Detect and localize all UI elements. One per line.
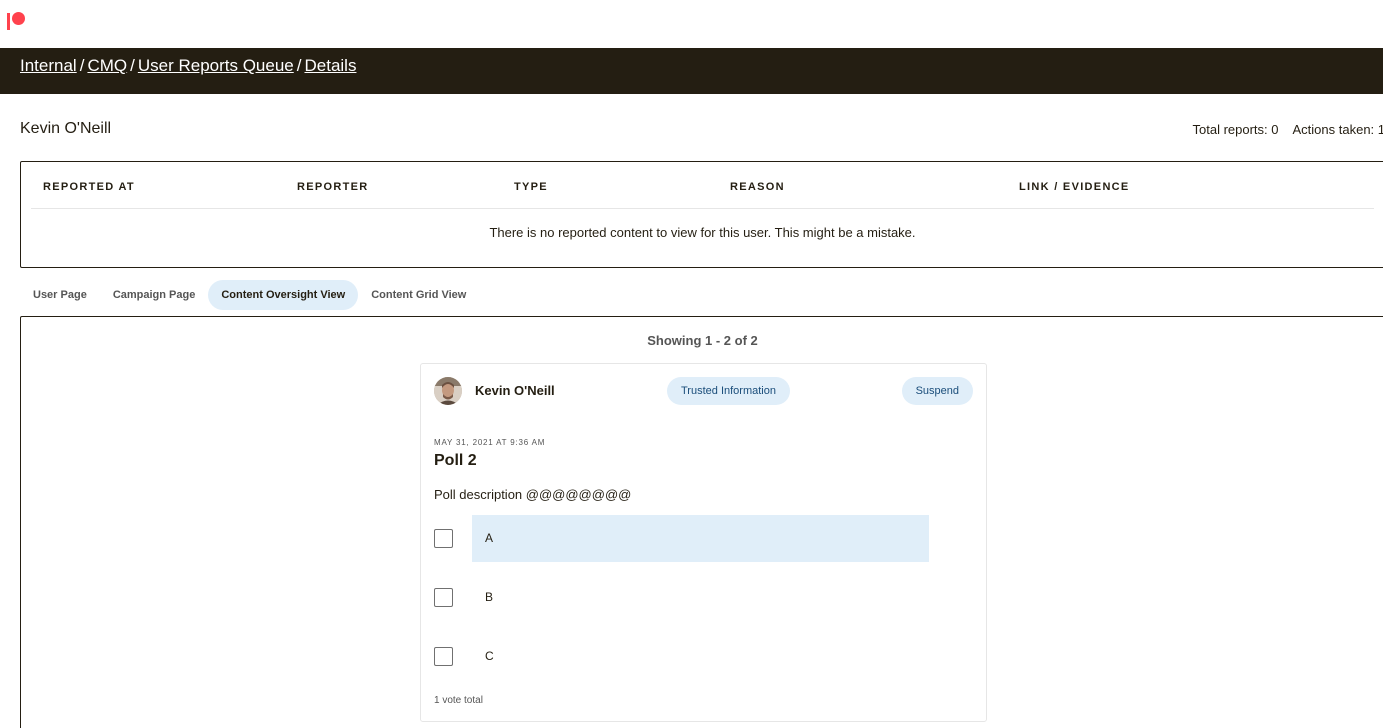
trusted-information-button[interactable]: Trusted Information	[667, 377, 790, 405]
suspend-button[interactable]: Suspend	[901, 377, 973, 405]
tab-content-grid-view[interactable]: Content Grid View	[358, 280, 479, 310]
post-date: MAY 31, 2021 AT 9:36 AM	[434, 438, 546, 447]
breadcrumb-details[interactable]: Details	[304, 56, 356, 75]
poll-option-label: B	[485, 590, 494, 604]
reports-table: REPORTED AT REPORTER TYPE REASON LINK / …	[20, 161, 1383, 268]
column-reported-at: REPORTED AT	[43, 181, 135, 193]
poll-option-checkbox[interactable]	[434, 529, 453, 548]
patreon-logo-icon[interactable]	[7, 12, 27, 30]
content-panel: Showing 1 - 2 of 2 Kevin O'Neill Trusted…	[20, 316, 1383, 728]
poll-option: A	[434, 515, 930, 562]
poll-option-label: A	[485, 531, 494, 545]
total-reports: Total reports: 0	[1192, 122, 1279, 137]
poll-option-checkbox[interactable]	[434, 588, 453, 607]
tab-content-oversight-view[interactable]: Content Oversight View	[208, 280, 359, 310]
post-description: Poll description @@@@@@@@	[434, 487, 632, 502]
poll-option: C	[434, 633, 930, 680]
top-bar	[0, 0, 1383, 48]
column-link-evidence: LINK / EVIDENCE	[1019, 181, 1130, 193]
breadcrumb-user-reports-queue[interactable]: User Reports Queue	[138, 56, 294, 75]
post-card: Kevin O'Neill Trusted Information Suspen…	[420, 363, 987, 722]
breadcrumb-internal[interactable]: Internal	[20, 56, 77, 75]
breadcrumb-bar: Internal / CMQ / User Reports Queue / Details	[0, 48, 1383, 94]
actions-taken: Actions taken: 1	[1292, 122, 1383, 137]
empty-message: There is no reported content to view for…	[489, 225, 916, 240]
column-reporter: REPORTER	[297, 181, 369, 193]
report-stats: Total reports: 0 Actions taken: 1	[1193, 122, 1383, 137]
post-author[interactable]: Kevin O'Neill	[475, 383, 555, 398]
breadcrumb-cmq[interactable]: CMQ	[87, 56, 127, 75]
vote-total: 1 vote total	[434, 695, 483, 706]
table-divider	[31, 208, 1374, 209]
breadcrumb-separator: /	[296, 56, 302, 75]
pagination-summary: Showing 1 - 2 of 2	[647, 333, 758, 348]
poll-option-result-bar	[472, 515, 929, 562]
tab-user-page[interactable]: User Page	[20, 280, 100, 310]
avatar[interactable]	[434, 377, 462, 405]
breadcrumb-separator: /	[130, 56, 135, 75]
breadcrumb: Internal / CMQ / User Reports Queue / Details	[20, 56, 356, 76]
view-tabs: User Page Campaign Page Content Oversight …	[20, 280, 479, 310]
post-title: Poll 2	[434, 452, 477, 469]
column-reason: REASON	[730, 181, 785, 193]
page-title: Kevin O'Neill	[20, 120, 112, 137]
poll-option-label: C	[485, 649, 494, 663]
poll-option: B	[434, 574, 930, 621]
poll-option-checkbox[interactable]	[434, 647, 453, 666]
tab-campaign-page[interactable]: Campaign Page	[100, 280, 209, 310]
column-type: TYPE	[514, 181, 548, 193]
breadcrumb-separator: /	[79, 56, 85, 75]
